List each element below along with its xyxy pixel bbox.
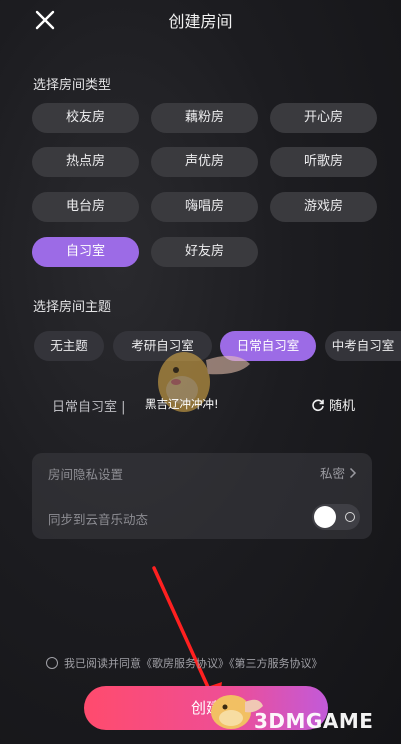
theme-chip[interactable]: 中考自习室	[325, 331, 401, 361]
privacy-setting-value[interactable]: 私密	[320, 463, 357, 482]
room-name-prefix: 日常自习室 |	[52, 400, 126, 415]
chevron-right-icon	[349, 467, 357, 478]
room-type-chip[interactable]: 听歌房	[270, 147, 377, 177]
room-type-label: 选择房间类型	[33, 78, 112, 93]
room-type-chip[interactable]: 声优房	[151, 147, 258, 177]
random-label: 随机	[329, 399, 356, 414]
theme-chip[interactable]: 无主题	[34, 331, 104, 361]
room-type-chip[interactable]: 校友房	[32, 103, 139, 133]
agreement-text: 我已阅读并同意《歌房服务协议》《第三方服务协议》	[64, 657, 323, 670]
privacy-setting-label: 房间隐私设置	[48, 467, 124, 482]
room-type-chip-selected[interactable]: 自习室	[32, 237, 139, 267]
room-type-chip[interactable]: 嗨唱房	[151, 192, 258, 222]
sync-setting-label: 同步到云音乐动态	[48, 512, 149, 527]
room-theme-label: 选择房间主题	[33, 300, 112, 315]
room-type-chip[interactable]: 电台房	[32, 192, 139, 222]
toggle-off-indicator	[345, 512, 355, 522]
page-title: 创建房间	[168, 12, 233, 31]
mascot-illustration	[158, 352, 250, 412]
random-button[interactable]: 随机	[311, 395, 355, 414]
toggle-knob	[314, 506, 336, 528]
room-type-chip[interactable]: 开心房	[270, 103, 377, 133]
room-name-input[interactable]: 黑吉辽冲冲冲!	[145, 396, 219, 412]
agreement-checkbox[interactable]	[46, 657, 58, 669]
room-type-chip[interactable]: 游戏房	[270, 192, 377, 222]
watermark-text: 3DMGAME	[254, 709, 374, 733]
room-type-chip[interactable]: 热点房	[32, 147, 139, 177]
refresh-icon	[312, 398, 324, 411]
agreement-row[interactable]: 我已阅读并同意《歌房服务协议》《第三方服务协议》	[46, 655, 323, 671]
room-type-chip[interactable]: 藕粉房	[151, 103, 258, 133]
room-type-chip[interactable]: 好友房	[151, 237, 258, 267]
privacy-value-text: 私密	[320, 466, 346, 481]
